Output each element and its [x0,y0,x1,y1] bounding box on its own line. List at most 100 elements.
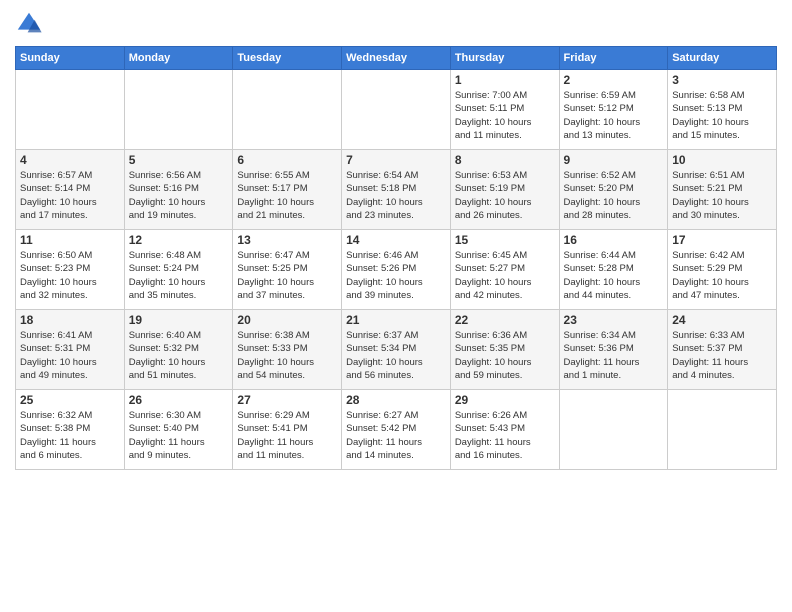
calendar-cell: 7 Sunrise: 6:54 AM Sunset: 5:18 PM Daylig… [342,150,451,230]
day-number: 11 [20,233,120,247]
day-info: Sunrise: 6:34 AM Sunset: 5:36 PM Dayligh… [564,329,664,382]
calendar-cell: 20 Sunrise: 6:38 AM Sunset: 5:33 PM Dayli… [233,310,342,390]
day-number: 24 [672,313,772,327]
page: SundayMondayTuesdayWednesdayThursdayFrid… [0,0,792,612]
calendar-cell [124,70,233,150]
day-info: Sunrise: 6:59 AM Sunset: 5:12 PM Dayligh… [564,89,664,142]
calendar-cell [668,390,777,470]
day-number: 7 [346,153,446,167]
calendar-day-header: Monday [124,47,233,70]
day-number: 1 [455,73,555,87]
calendar-week-row: 4 Sunrise: 6:57 AM Sunset: 5:14 PM Daylig… [16,150,777,230]
day-info: Sunrise: 6:56 AM Sunset: 5:16 PM Dayligh… [129,169,229,222]
day-info: Sunrise: 6:54 AM Sunset: 5:18 PM Dayligh… [346,169,446,222]
day-number: 9 [564,153,664,167]
day-info: Sunrise: 6:48 AM Sunset: 5:24 PM Dayligh… [129,249,229,302]
calendar-cell: 4 Sunrise: 6:57 AM Sunset: 5:14 PM Daylig… [16,150,125,230]
day-number: 22 [455,313,555,327]
day-info: Sunrise: 6:46 AM Sunset: 5:26 PM Dayligh… [346,249,446,302]
day-number: 8 [455,153,555,167]
day-info: Sunrise: 6:53 AM Sunset: 5:19 PM Dayligh… [455,169,555,222]
day-info: Sunrise: 6:29 AM Sunset: 5:41 PM Dayligh… [237,409,337,462]
day-info: Sunrise: 6:32 AM Sunset: 5:38 PM Dayligh… [20,409,120,462]
calendar-header: SundayMondayTuesdayWednesdayThursdayFrid… [16,47,777,70]
calendar-cell [16,70,125,150]
day-info: Sunrise: 6:38 AM Sunset: 5:33 PM Dayligh… [237,329,337,382]
day-number: 27 [237,393,337,407]
calendar-day-header: Wednesday [342,47,451,70]
calendar-cell: 9Sunrise: 6:52 AM Sunset: 5:20 PM Daylig… [559,150,668,230]
day-number: 4 [20,153,120,167]
calendar-cell: 1 Sunrise: 7:00 AM Sunset: 5:11 PM Daylig… [450,70,559,150]
calendar-cell: 19 Sunrise: 6:40 AM Sunset: 5:32 PM Dayli… [124,310,233,390]
day-info: Sunrise: 6:58 AM Sunset: 5:13 PM Dayligh… [672,89,772,142]
day-info: Sunrise: 6:57 AM Sunset: 5:14 PM Dayligh… [20,169,120,222]
day-info: Sunrise: 6:50 AM Sunset: 5:23 PM Dayligh… [20,249,120,302]
day-info: Sunrise: 6:40 AM Sunset: 5:32 PM Dayligh… [129,329,229,382]
day-info: Sunrise: 6:26 AM Sunset: 5:43 PM Dayligh… [455,409,555,462]
calendar-cell: 15 Sunrise: 6:45 AM Sunset: 5:27 PM Dayli… [450,230,559,310]
day-info: Sunrise: 6:41 AM Sunset: 5:31 PM Dayligh… [20,329,120,382]
calendar-day-header: Tuesday [233,47,342,70]
calendar-cell: 23Sunrise: 6:34 AM Sunset: 5:36 PM Dayli… [559,310,668,390]
calendar-day-header: Thursday [450,47,559,70]
calendar-cell [559,390,668,470]
day-info: Sunrise: 6:55 AM Sunset: 5:17 PM Dayligh… [237,169,337,222]
calendar-day-header: Sunday [16,47,125,70]
calendar-cell: 28 Sunrise: 6:27 AM Sunset: 5:42 PM Dayli… [342,390,451,470]
calendar-cell: 16 Sunrise: 6:44 AM Sunset: 5:28 PM Dayli… [559,230,668,310]
day-number: 14 [346,233,446,247]
day-number: 25 [20,393,120,407]
header [15,10,777,38]
calendar-table: SundayMondayTuesdayWednesdayThursdayFrid… [15,46,777,470]
day-info: Sunrise: 6:45 AM Sunset: 5:27 PM Dayligh… [455,249,555,302]
calendar-cell: 22 Sunrise: 6:36 AM Sunset: 5:35 PM Dayli… [450,310,559,390]
day-info: Sunrise: 6:42 AM Sunset: 5:29 PM Dayligh… [672,249,772,302]
day-number: 3 [672,73,772,87]
calendar-week-row: 1 Sunrise: 7:00 AM Sunset: 5:11 PM Daylig… [16,70,777,150]
calendar-day-header: Saturday [668,47,777,70]
day-number: 13 [237,233,337,247]
day-number: 12 [129,233,229,247]
day-number: 16 [564,233,664,247]
day-number: 28 [346,393,446,407]
day-info: Sunrise: 6:36 AM Sunset: 5:35 PM Dayligh… [455,329,555,382]
calendar-cell: 25 Sunrise: 6:32 AM Sunset: 5:38 PM Dayli… [16,390,125,470]
calendar-cell: 24Sunrise: 6:33 AM Sunset: 5:37 PM Dayli… [668,310,777,390]
calendar-cell: 14 Sunrise: 6:46 AM Sunset: 5:26 PM Dayli… [342,230,451,310]
calendar-cell: 6 Sunrise: 6:55 AM Sunset: 5:17 PM Daylig… [233,150,342,230]
day-info: Sunrise: 7:00 AM Sunset: 5:11 PM Dayligh… [455,89,555,142]
logo-icon [15,10,43,38]
day-info: Sunrise: 6:30 AM Sunset: 5:40 PM Dayligh… [129,409,229,462]
day-number: 15 [455,233,555,247]
day-info: Sunrise: 6:37 AM Sunset: 5:34 PM Dayligh… [346,329,446,382]
calendar-cell: 2 Sunrise: 6:59 AM Sunset: 5:12 PM Daylig… [559,70,668,150]
calendar-cell: 26 Sunrise: 6:30 AM Sunset: 5:40 PM Dayli… [124,390,233,470]
calendar-cell: 10 Sunrise: 6:51 AM Sunset: 5:21 PM Dayli… [668,150,777,230]
calendar-cell: 27 Sunrise: 6:29 AM Sunset: 5:41 PM Dayli… [233,390,342,470]
calendar-cell: 29 Sunrise: 6:26 AM Sunset: 5:43 PM Dayli… [450,390,559,470]
calendar-week-row: 11 Sunrise: 6:50 AM Sunset: 5:23 PM Dayli… [16,230,777,310]
day-info: Sunrise: 6:44 AM Sunset: 5:28 PM Dayligh… [564,249,664,302]
day-number: 5 [129,153,229,167]
day-number: 20 [237,313,337,327]
calendar-cell: 21Sunrise: 6:37 AM Sunset: 5:34 PM Dayli… [342,310,451,390]
day-number: 19 [129,313,229,327]
calendar-body: 1 Sunrise: 7:00 AM Sunset: 5:11 PM Daylig… [16,70,777,470]
logo [15,10,47,38]
day-number: 2 [564,73,664,87]
day-number: 17 [672,233,772,247]
calendar-cell: 17 Sunrise: 6:42 AM Sunset: 5:29 PM Dayli… [668,230,777,310]
calendar-day-header: Friday [559,47,668,70]
day-info: Sunrise: 6:51 AM Sunset: 5:21 PM Dayligh… [672,169,772,222]
calendar-cell: 11 Sunrise: 6:50 AM Sunset: 5:23 PM Dayli… [16,230,125,310]
calendar-cell [342,70,451,150]
day-number: 10 [672,153,772,167]
calendar-week-row: 18Sunrise: 6:41 AM Sunset: 5:31 PM Dayli… [16,310,777,390]
day-number: 6 [237,153,337,167]
day-number: 29 [455,393,555,407]
day-info: Sunrise: 6:27 AM Sunset: 5:42 PM Dayligh… [346,409,446,462]
calendar-cell: 13 Sunrise: 6:47 AM Sunset: 5:25 PM Dayli… [233,230,342,310]
day-number: 26 [129,393,229,407]
day-info: Sunrise: 6:47 AM Sunset: 5:25 PM Dayligh… [237,249,337,302]
